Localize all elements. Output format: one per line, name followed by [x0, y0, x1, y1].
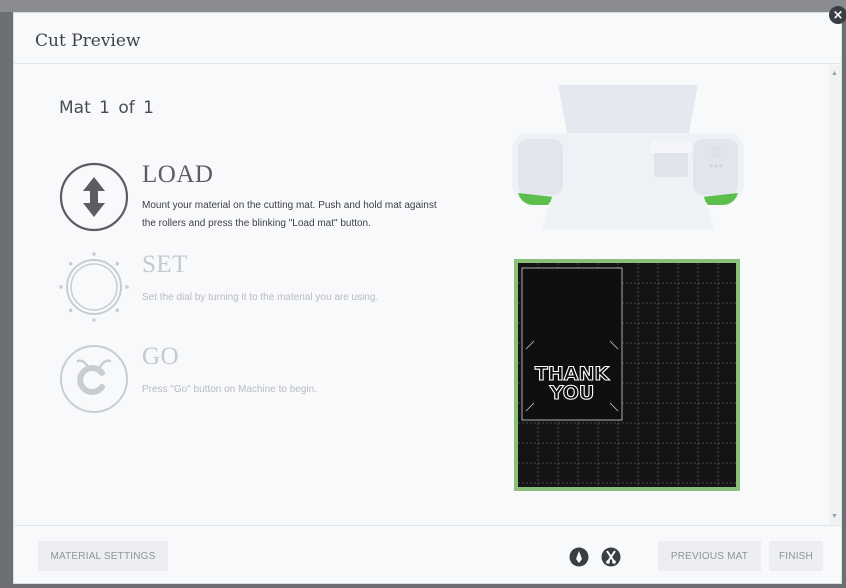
dialog-footer: MATERIAL SETTINGS PREVIOUS MAT FINISH: [14, 525, 841, 583]
step-load-text: Mount your material on the cutting mat. …: [142, 200, 437, 229]
mat-preview: THANK YOU: [514, 259, 740, 491]
content-scrollbar[interactable]: ▲ ▼: [829, 65, 841, 525]
load-arrows-icon: [59, 162, 129, 232]
step-set-title: SET: [142, 251, 188, 278]
close-icon[interactable]: ×: [829, 6, 846, 24]
cricut-machine-illustration: [512, 85, 744, 229]
design-text-you: YOU: [549, 382, 595, 404]
dialog-title: Cut Preview: [35, 31, 141, 51]
mat-counter: Mat 1 of 1: [59, 98, 154, 118]
previous-mat-button[interactable]: PREVIOUS MAT: [658, 541, 761, 571]
finish-button[interactable]: FINISH: [769, 541, 823, 571]
pen-icon[interactable]: [569, 547, 589, 567]
dialog-header: Cut Preview: [14, 13, 841, 64]
cut-preview-dialog: Cut Preview Mat 1 of 1 LOAD Mount your m…: [13, 12, 842, 584]
scroll-up-icon[interactable]: ▲: [831, 70, 838, 77]
step-go-text: Press "Go" button on Machine to begin.: [142, 384, 317, 395]
step-go-title: GO: [142, 343, 180, 370]
dialog-content: Mat 1 of 1 LOAD Mount your material on t…: [14, 65, 841, 525]
go-cricut-icon: [60, 345, 128, 413]
mat-grid: THANK YOU: [514, 259, 740, 491]
background-app-strip: [0, 0, 846, 12]
dial-icon: [59, 252, 129, 322]
step-load-title: LOAD: [142, 161, 214, 188]
material-settings-button[interactable]: MATERIAL SETTINGS: [38, 541, 168, 571]
scroll-down-icon[interactable]: ▼: [831, 513, 838, 520]
step-set-text: Set the dial by turning it to the materi…: [142, 292, 379, 303]
blade-icon[interactable]: [601, 547, 621, 567]
